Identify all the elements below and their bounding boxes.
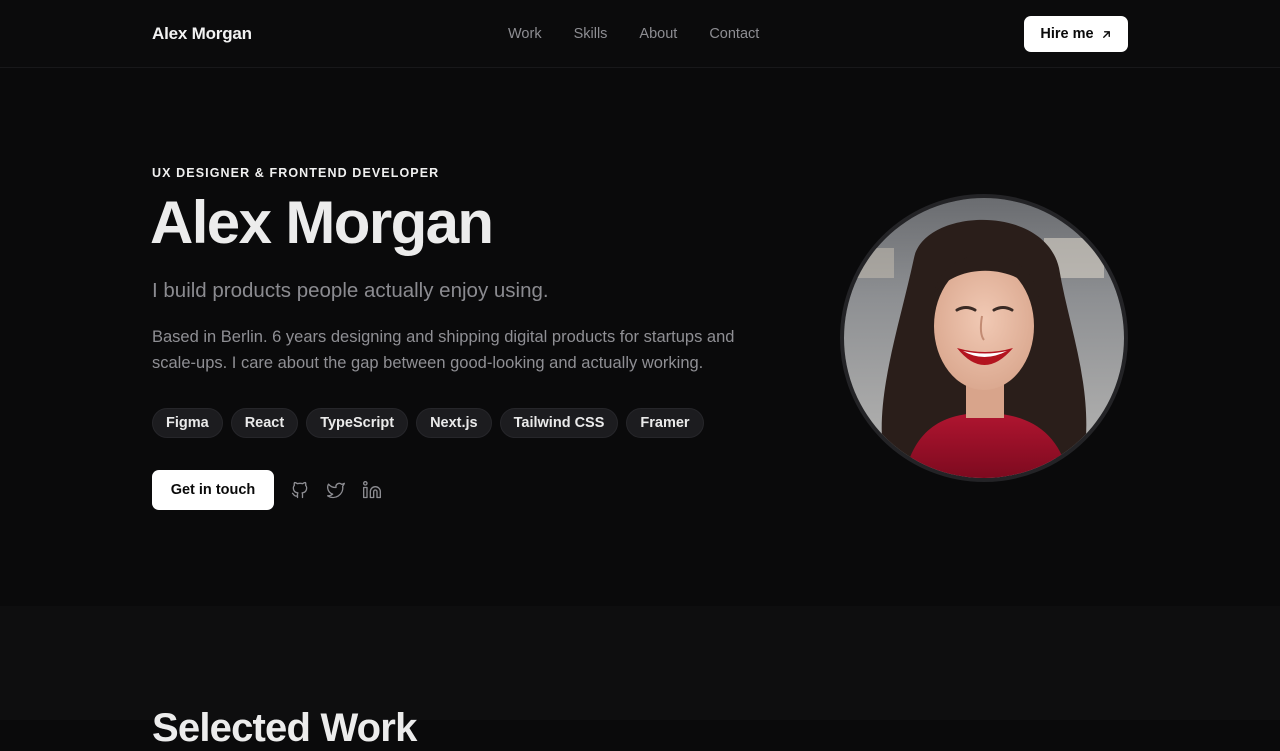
brand-logo[interactable]: Alex Morgan [152, 24, 252, 44]
skill-tag-typescript: TypeScript [306, 408, 409, 438]
skill-tag-react: React [230, 408, 299, 438]
skill-tags: Figma React TypeScript Next.js Tailwind … [152, 408, 704, 438]
role-eyebrow: UX DESIGNER & FRONTEND DEVELOPER [152, 166, 440, 180]
skill-tag-nextjs: Next.js [416, 408, 492, 438]
nav-link-work[interactable]: Work [508, 26, 542, 42]
profile-photo [840, 194, 1128, 482]
nav-link-skills[interactable]: Skills [574, 26, 608, 42]
nav-link-about[interactable]: About [639, 26, 677, 42]
hire-me-label: Hire me [1040, 26, 1094, 42]
section-title: Selected Work [152, 706, 417, 750]
hero-section: UX DESIGNER & FRONTEND DEVELOPER Alex Mo… [0, 69, 1280, 606]
skill-tag-tailwind: Tailwind CSS [499, 408, 619, 438]
hero-bio: Based in Berlin. 6 years designing and s… [152, 328, 735, 372]
selected-work-section: Selected Work [0, 606, 1280, 750]
arrow-up-right-icon [1102, 30, 1110, 38]
twitter-icon[interactable] [326, 479, 346, 501]
skill-tag-framer: Framer [626, 408, 704, 438]
hero-tagline: I build products people actually enjoy u… [152, 279, 549, 302]
github-icon[interactable] [290, 479, 310, 501]
get-in-touch-button[interactable]: Get in touch [152, 470, 274, 510]
hire-me-button[interactable]: Hire me [1024, 16, 1128, 52]
top-nav: Alex Morgan Work Skills About Contact Hi… [0, 0, 1280, 68]
linkedin-icon[interactable] [362, 479, 382, 501]
hero-title: Alex Morgan [150, 189, 494, 256]
social-links [290, 479, 382, 501]
nav-link-contact[interactable]: Contact [709, 26, 759, 42]
nav-links: Work Skills About Contact [508, 26, 759, 42]
skill-tag-figma: Figma [152, 408, 223, 438]
